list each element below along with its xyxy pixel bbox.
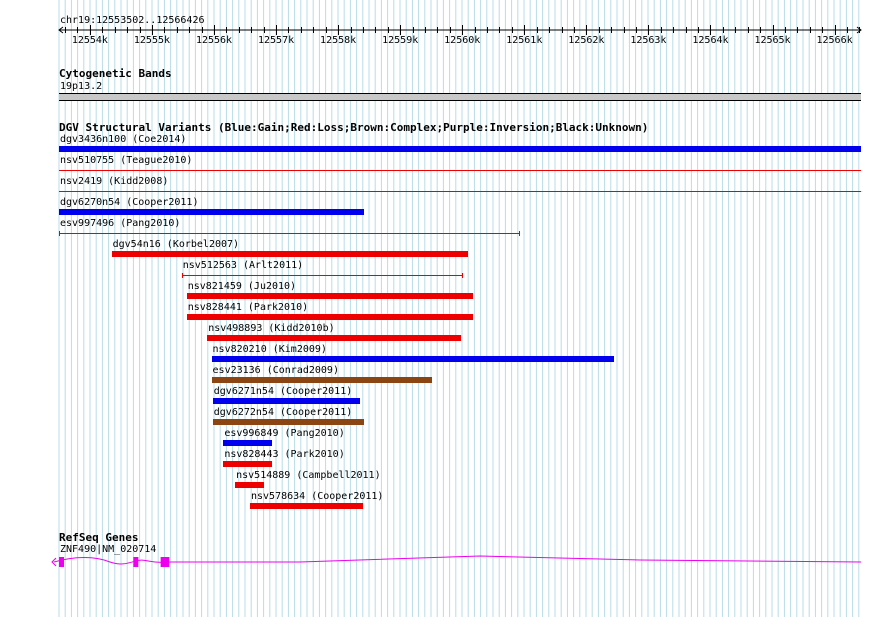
dgv-feature-label[interactable]: dgv6272n54 (Cooper2011) bbox=[214, 407, 352, 418]
dgv-feature-label[interactable]: dgv6270n54 (Cooper2011) bbox=[60, 197, 198, 208]
dgv-feature-label[interactable]: nsv578634 (Cooper2011) bbox=[251, 491, 383, 502]
dgv-feature-endcap bbox=[59, 231, 60, 236]
gene-exon[interactable] bbox=[59, 557, 64, 567]
cytoband-track-title[interactable]: Cytogenetic Bands bbox=[59, 68, 172, 80]
genome-browser-view: chr19:12553502..12566426 12554k 12555k 125… bbox=[0, 0, 890, 617]
dgv-feature-endcap bbox=[182, 273, 183, 278]
dgv-feature-bar[interactable] bbox=[212, 398, 361, 404]
dgv-feature-bar[interactable] bbox=[223, 461, 273, 467]
ruler-tick-label: 12558k bbox=[320, 35, 357, 46]
dgv-feature-bar[interactable] bbox=[211, 377, 432, 383]
dgv-feature-line[interactable] bbox=[59, 191, 861, 192]
gene-exon[interactable] bbox=[160, 557, 170, 567]
dgv-feature-line[interactable] bbox=[181, 275, 463, 276]
dgv-feature-endcap bbox=[519, 231, 520, 236]
dgv-feature-bar[interactable] bbox=[223, 440, 273, 446]
dgv-feature-label[interactable]: nsv510755 (Teague2010) bbox=[60, 155, 192, 166]
dgv-feature-label[interactable]: nsv512563 (Arlt2011) bbox=[183, 260, 303, 271]
ruler-tick-label: 12563k bbox=[630, 35, 667, 46]
dgv-feature-label[interactable]: nsv514889 (Campbell2011) bbox=[236, 470, 381, 481]
ruler-tick-label: 12566k bbox=[816, 35, 853, 46]
dgv-feature-bar[interactable] bbox=[250, 503, 363, 509]
dgv-feature-label[interactable]: esv23136 (Conrad2009) bbox=[213, 365, 339, 376]
dgv-feature-label[interactable]: dgv6271n54 (Cooper2011) bbox=[214, 386, 352, 397]
dgv-feature-label[interactable]: nsv828441 (Park2010) bbox=[188, 302, 308, 313]
dgv-feature-label[interactable]: dgv3436n100 (Coe2014) bbox=[60, 134, 186, 145]
dgv-feature-bar[interactable] bbox=[59, 146, 861, 152]
dgv-feature-label[interactable]: nsv498893 (Kidd2010b) bbox=[208, 323, 334, 334]
ruler-tick-label: 12554k bbox=[71, 35, 108, 46]
dgv-feature-label[interactable]: nsv2419 (Kidd2008) bbox=[60, 176, 168, 187]
cytoband-label: 19p13.2 bbox=[60, 81, 103, 92]
dgv-feature-label[interactable]: esv996849 (Pang2010) bbox=[224, 428, 344, 439]
dgv-feature-bar[interactable] bbox=[207, 335, 461, 341]
ruler-tick-label: 12555k bbox=[133, 35, 171, 46]
dgv-feature-label[interactable]: nsv821459 (Ju2010) bbox=[188, 281, 296, 292]
dgv-feature-label[interactable]: esv997496 (Pang2010) bbox=[60, 218, 180, 229]
dgv-feature-bar[interactable] bbox=[235, 482, 264, 488]
dgv-feature-bar[interactable] bbox=[186, 293, 473, 299]
ruler-tick-label: 12561k bbox=[506, 35, 543, 46]
dgv-feature-line[interactable] bbox=[59, 170, 861, 171]
dgv-feature-bar[interactable] bbox=[211, 356, 614, 362]
refseq-track-title[interactable]: RefSeq Genes bbox=[59, 532, 138, 544]
ruler-tick-label: 12564k bbox=[692, 35, 729, 46]
dgv-feature-bar[interactable] bbox=[212, 419, 365, 425]
dgv-feature-bar[interactable] bbox=[111, 251, 468, 257]
dgv-feature-label[interactable]: nsv828443 (Park2010) bbox=[224, 449, 344, 460]
ruler-tick-label: 12559k bbox=[382, 35, 419, 46]
dgv-feature-label[interactable]: nsv820210 (Kim2009) bbox=[213, 344, 327, 355]
dgv-feature-label[interactable]: dgv54n16 (Korbel2007) bbox=[113, 239, 239, 250]
gene-model-ZNF490[interactable] bbox=[0, 552, 890, 572]
dgv-track-title[interactable]: DGV Structural Variants (Blue:Gain;Red:L… bbox=[59, 122, 648, 134]
dgv-feature-bar[interactable] bbox=[59, 209, 364, 215]
dgv-feature-endcap bbox=[462, 273, 463, 278]
ruler-tick-label: 12557k bbox=[258, 35, 295, 46]
gene-intron-line bbox=[53, 555, 862, 565]
gene-exon[interactable] bbox=[133, 557, 139, 567]
dgv-feature-line[interactable] bbox=[59, 233, 519, 234]
dgv-feature-bar[interactable] bbox=[186, 314, 473, 320]
cytoband-19p13.2[interactable] bbox=[59, 93, 861, 101]
ruler-tick-label: 12562k bbox=[568, 35, 605, 46]
ruler-tick-label: 12560k bbox=[444, 35, 481, 46]
ruler-tick-label: 12565k bbox=[754, 35, 791, 46]
ruler-tick-label: 12556k bbox=[195, 35, 233, 46]
